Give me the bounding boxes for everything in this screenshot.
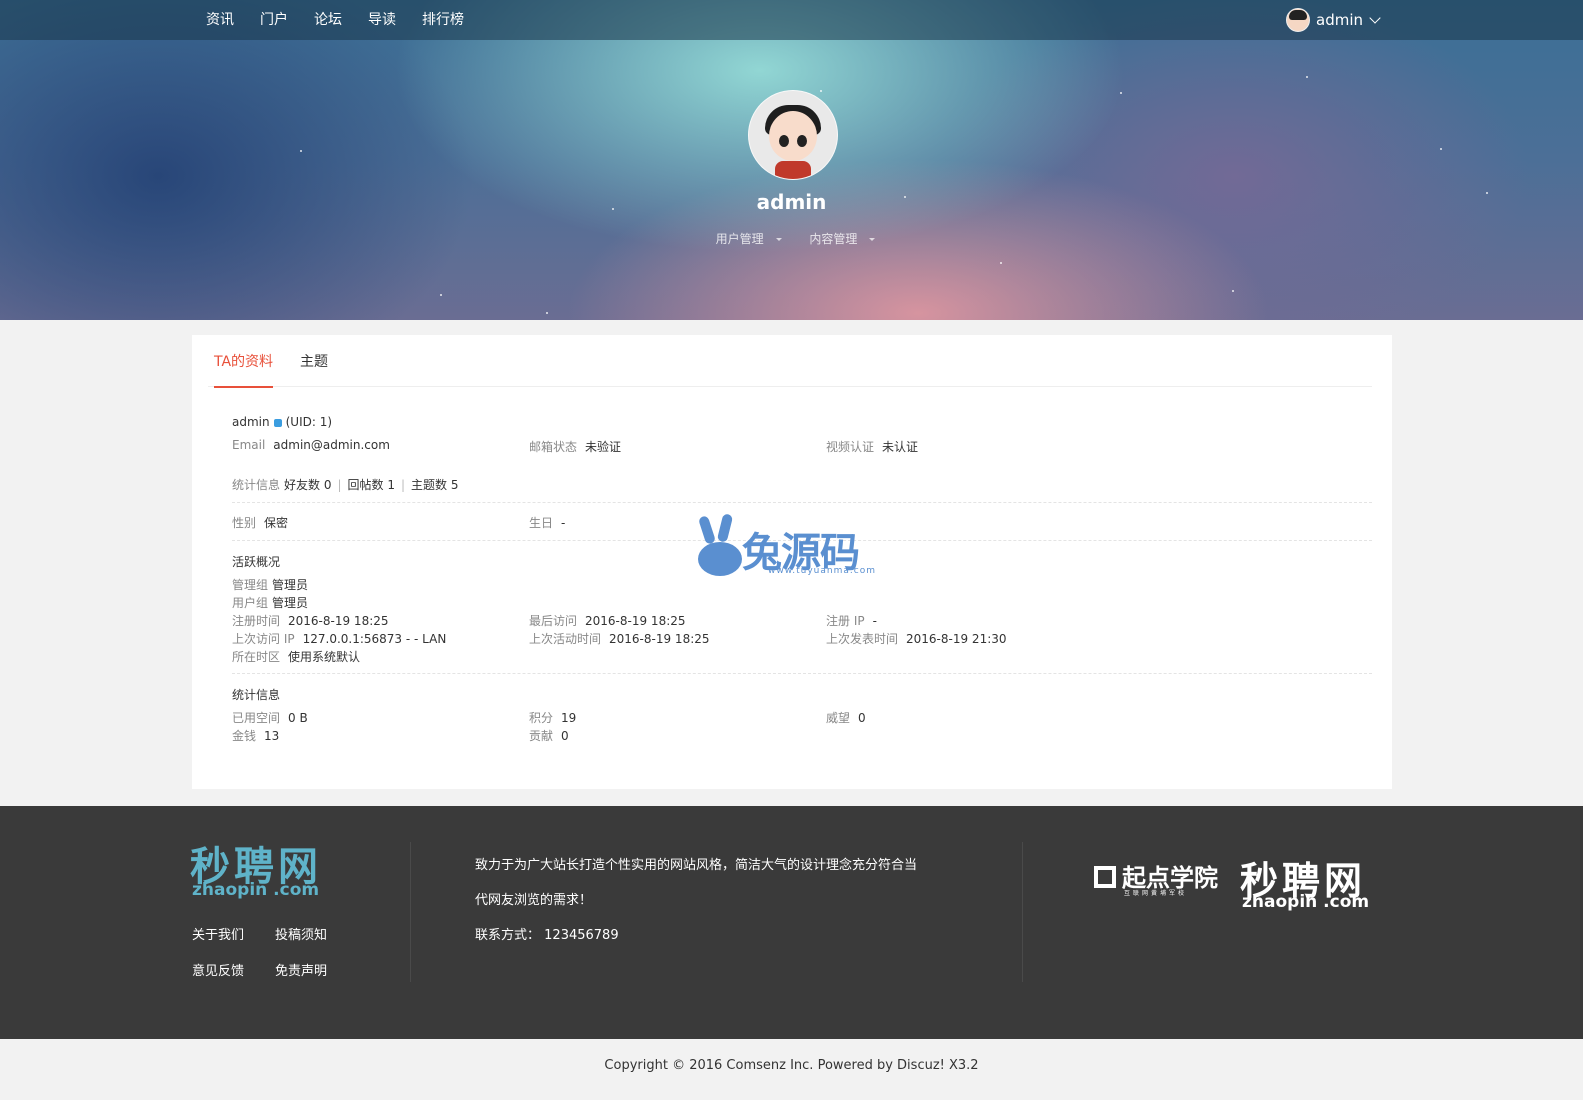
gender-field: 性别 保密	[232, 516, 289, 530]
footer-link-about[interactable]: 关于我们	[192, 924, 244, 943]
last-ip-field: 上次访问 IP 127.0.0.1:56873 - - LAN	[232, 632, 447, 646]
user-uid-line: admin (UID: 1)	[232, 415, 333, 429]
friends-count[interactable]: 好友数 0	[284, 478, 331, 492]
footer-logo-en: zhaopin .com	[192, 880, 320, 900]
stats-title: 统计信息	[232, 688, 281, 702]
qidian-tagline: 互联网黄埔军校	[1124, 890, 1188, 897]
tab-bar: TA的资料 主题	[208, 335, 1372, 388]
last-visit-field: 最后访问 2016-8-19 18:25	[529, 614, 686, 628]
avatar	[1286, 8, 1310, 32]
replies-count[interactable]: 回帖数 1	[348, 478, 395, 492]
last-post-field: 上次发表时间 2016-8-19 21:30	[826, 632, 1007, 646]
user-manage-menu[interactable]: 用户管理	[708, 232, 782, 246]
stats-summary: 统计信息 好友数 0 | 回帖数 1 | 主题数 5	[232, 478, 459, 492]
content-manage-menu[interactable]: 内容管理	[801, 232, 876, 246]
nav-forum[interactable]: 论坛	[314, 0, 342, 40]
qidian-logo-icon	[1094, 866, 1116, 888]
profile-menus: 用户管理 内容管理	[0, 230, 1583, 247]
mail-status-field: 邮箱状态 未验证	[529, 440, 622, 454]
divider	[232, 673, 1372, 674]
footer-link-disclaimer[interactable]: 免责声明	[275, 960, 327, 979]
reg-time-field: 注册时间 2016-8-19 18:25	[232, 614, 389, 628]
nav-portal[interactable]: 门户	[260, 0, 288, 40]
divider	[410, 842, 411, 982]
birthday-field: 生日 -	[529, 516, 566, 530]
tab-topics[interactable]: 主题	[300, 351, 328, 371]
copyright: Copyright © 2016 Comsenz Inc. Powered by…	[604, 1058, 979, 1073]
rabbit-icon	[698, 542, 742, 576]
divider	[232, 502, 1372, 503]
reg-ip-field: 注册 IP -	[826, 614, 877, 628]
prestige-field: 威望 0	[826, 711, 866, 725]
chevron-down-icon	[1369, 12, 1381, 24]
timezone-field: 所在时区 使用系统默认	[232, 650, 361, 664]
topics-count[interactable]: 主题数 5	[411, 478, 458, 492]
money-field: 金钱 13	[232, 729, 280, 743]
footer-link-feedback[interactable]: 意见反馈	[192, 960, 244, 979]
nav-guide[interactable]: 导读	[368, 0, 396, 40]
top-navbar: 资讯 门户 论坛 导读 排行榜 admin	[0, 0, 1583, 40]
user-group-field: 用户组 管理员	[232, 596, 309, 610]
footer-link-guidelines[interactable]: 投稿须知	[275, 924, 327, 943]
footer-contact: 联系方式： 123456789	[475, 928, 619, 943]
nav-ranking[interactable]: 排行榜	[422, 0, 464, 40]
nav-news[interactable]: 资讯	[206, 0, 234, 40]
activity-title: 活跃概况	[232, 555, 281, 569]
user-menu[interactable]: admin	[1286, 8, 1381, 32]
footer-logo-right-en: zhaopin .com	[1242, 892, 1370, 912]
user-menu-name: admin	[1316, 11, 1363, 29]
tab-profile[interactable]: TA的资料	[214, 351, 274, 388]
profile-banner: admin 用户管理 内容管理	[0, 0, 1583, 320]
email-field: Email admin@admin.com	[232, 438, 390, 452]
divider	[1022, 842, 1023, 982]
caret-down-icon	[775, 238, 782, 241]
space-field: 已用空间 0 B	[232, 711, 308, 725]
contrib-field: 贡献 0	[529, 729, 569, 743]
admin-group-field: 管理组 管理员	[232, 578, 309, 592]
profile-name: admin	[756, 190, 827, 214]
nav-links: 资讯 门户 论坛 导读 排行榜	[206, 0, 490, 40]
footer-slogan-2: 代网友浏览的需求！	[475, 893, 593, 908]
last-active-field: 上次活动时间 2016-8-19 18:25	[529, 632, 710, 646]
verify-icon	[273, 418, 282, 427]
caret-down-icon	[869, 238, 876, 241]
profile-avatar[interactable]	[748, 90, 838, 180]
footer-slogan-1: 致力于为广大站长打造个性实用的网站风格，简洁大气的设计理念充分符合当	[475, 858, 918, 873]
video-auth-field: 视频认证 未认证	[826, 440, 919, 454]
points-field: 积分 19	[529, 711, 577, 725]
